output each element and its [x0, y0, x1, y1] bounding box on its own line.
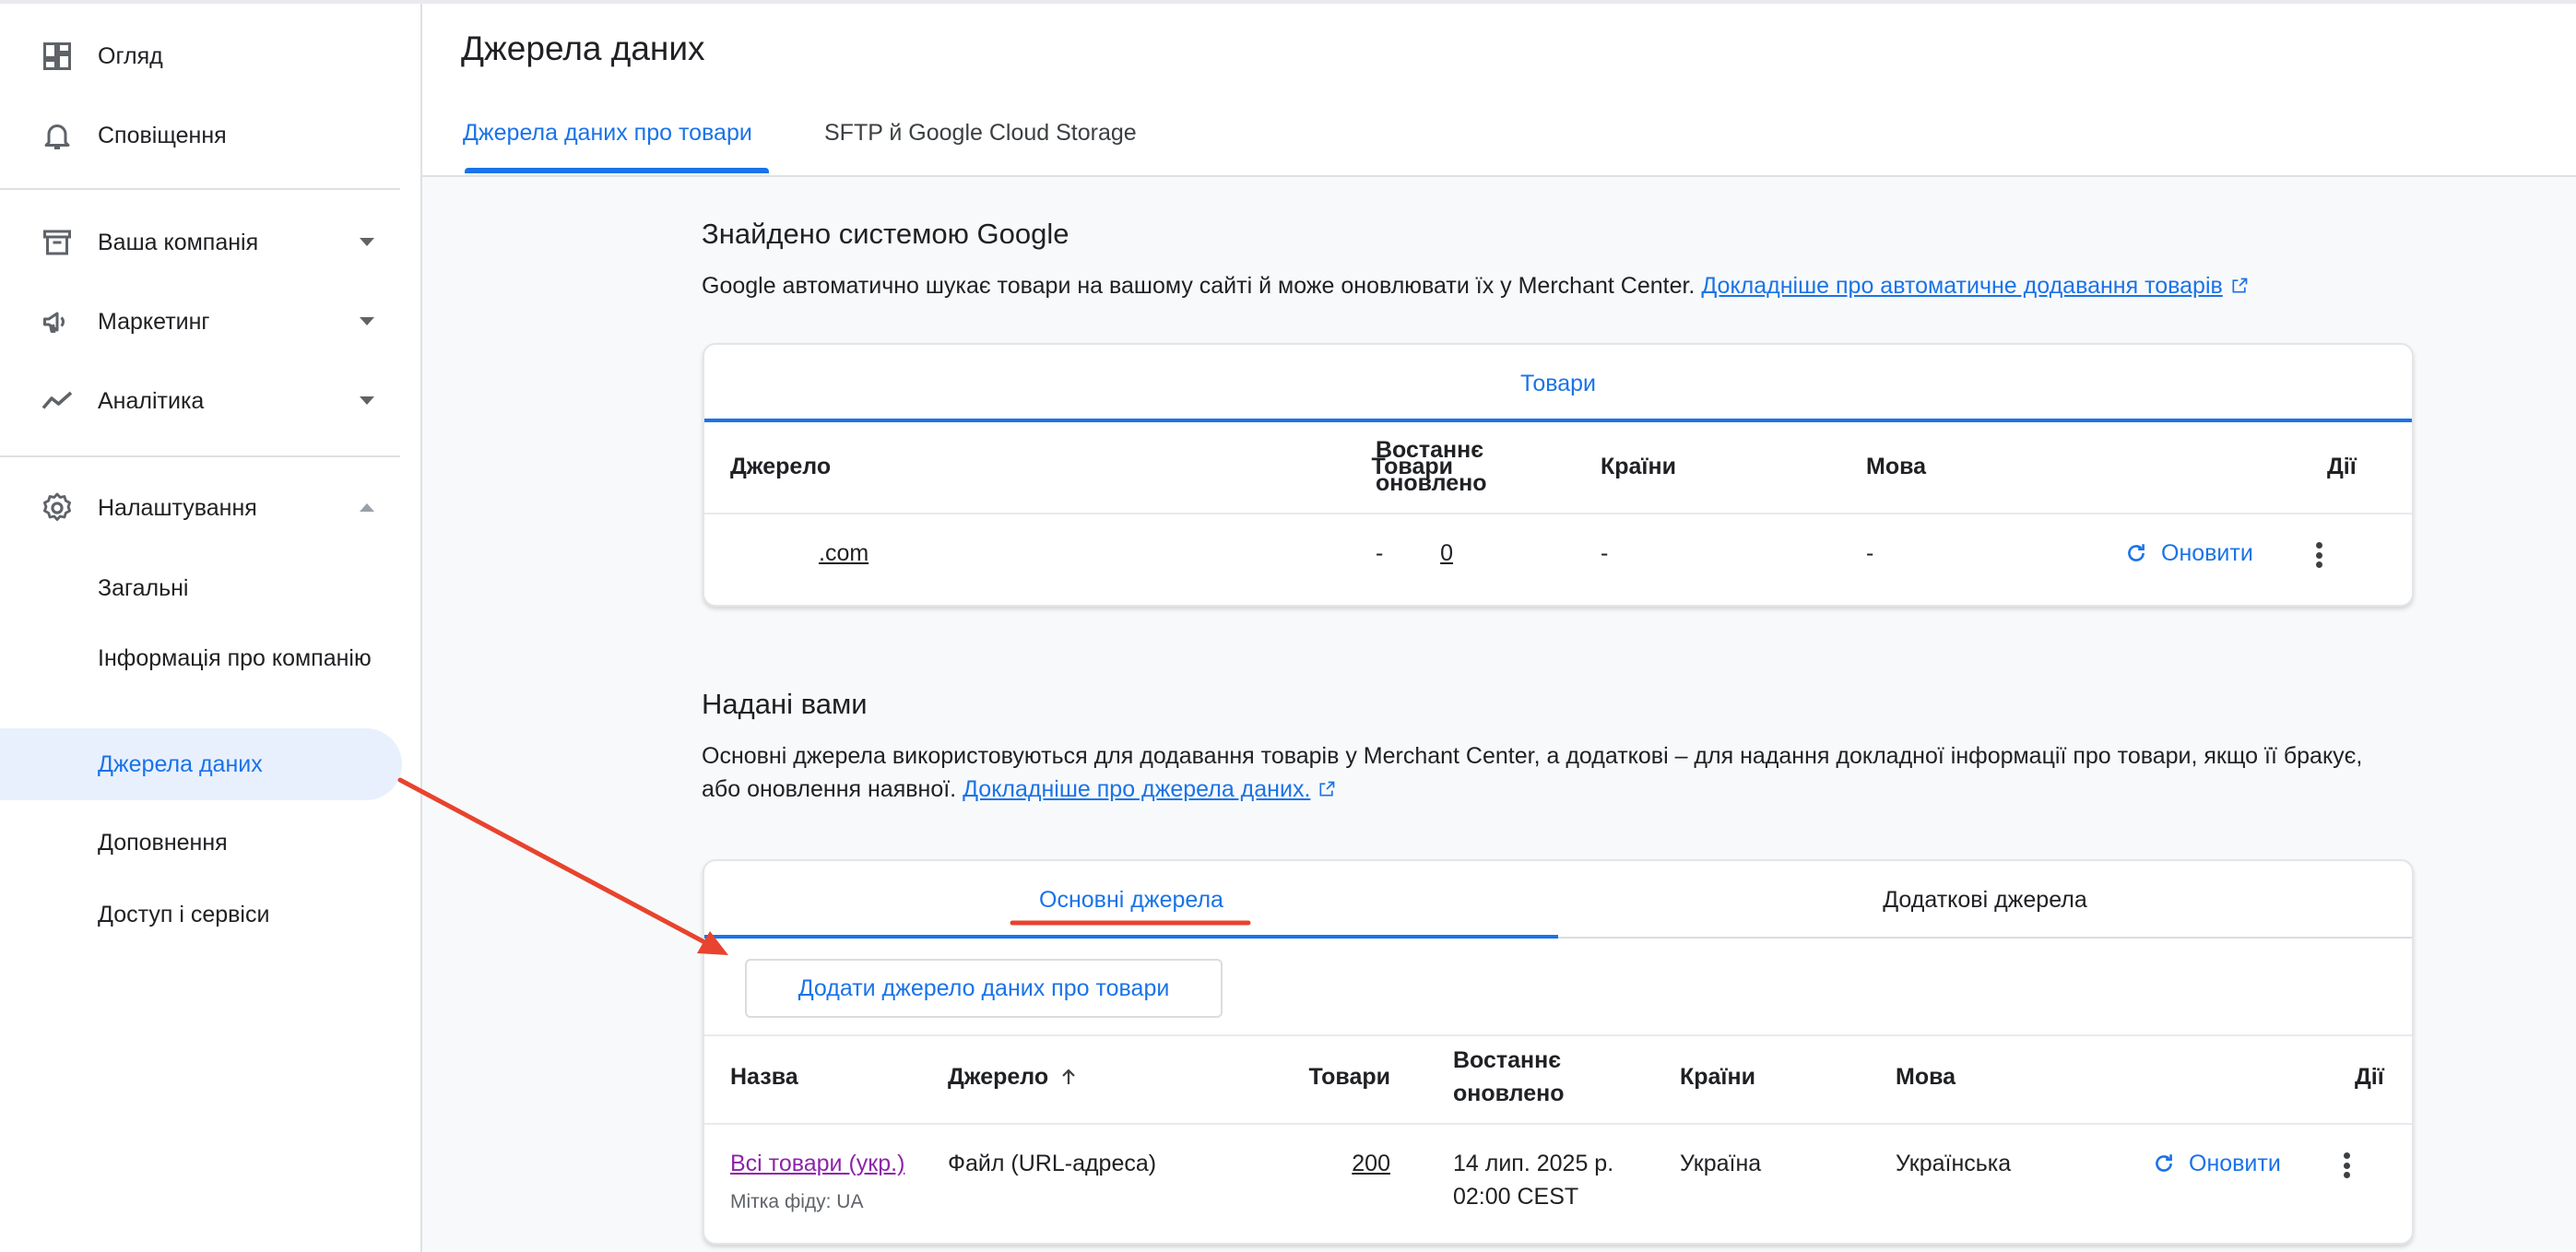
annotation-arrow-line	[397, 777, 711, 947]
annotation-overlay	[397, 777, 1251, 955]
